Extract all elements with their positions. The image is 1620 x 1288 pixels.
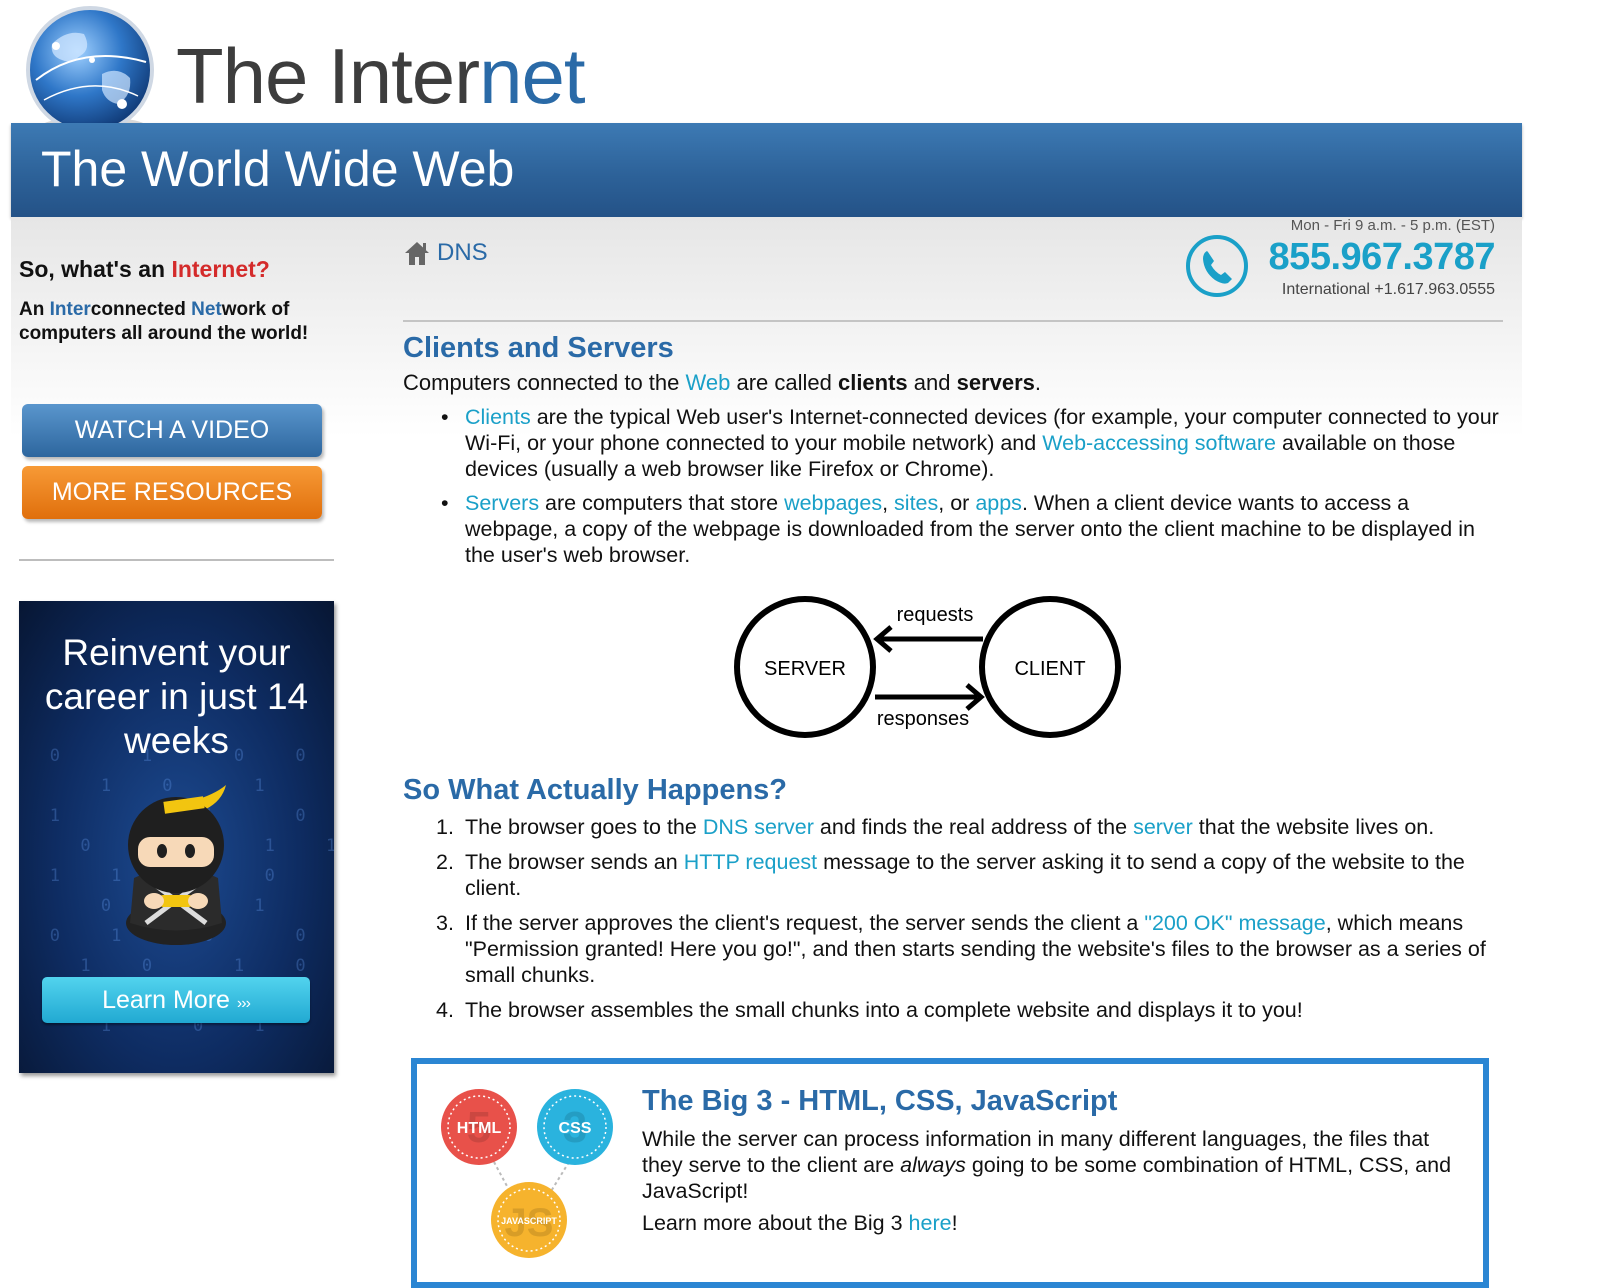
css-badge: 3 CSS bbox=[537, 1089, 613, 1165]
main-divider bbox=[403, 320, 1503, 322]
requests-label: requests bbox=[897, 604, 974, 626]
sidebar-description: An Interconnected Network of computers a… bbox=[19, 298, 319, 346]
clients-servers-heading: Clients and Servers bbox=[403, 332, 674, 364]
site-title: The Internet bbox=[176, 28, 586, 124]
sidebar-heading-highlight: Internet? bbox=[171, 256, 270, 282]
phone-hours: Mon - Fri 9 a.m. - 5 p.m. (EST) bbox=[1290, 217, 1495, 234]
page-banner: The World Wide Web bbox=[11, 123, 1522, 217]
servers-link[interactable]: Servers bbox=[465, 491, 539, 515]
intro-text: and bbox=[907, 370, 957, 395]
step-number: 2. bbox=[436, 850, 454, 874]
svg-text:CSS: CSS bbox=[559, 1120, 592, 1137]
intro-text: . bbox=[1034, 370, 1042, 395]
webpages-link[interactable]: webpages bbox=[784, 491, 882, 515]
phone-icon bbox=[1186, 235, 1248, 297]
step-text: that the website lives on. bbox=[1192, 815, 1435, 839]
apps-link[interactable]: apps bbox=[975, 491, 1022, 515]
ninja-mascot-icon bbox=[126, 785, 226, 945]
contact-block: Mon - Fri 9 a.m. - 5 p.m. (EST) 855.967.… bbox=[1185, 215, 1496, 305]
responses-label: responses bbox=[877, 708, 969, 730]
list-item-servers: • Servers are computers that store webpag… bbox=[441, 491, 1475, 567]
intro-text: are called bbox=[730, 370, 838, 395]
desc-net: Net bbox=[191, 299, 222, 320]
html-badge: 5 HTML bbox=[441, 1089, 517, 1165]
big3-text: ! bbox=[951, 1211, 958, 1235]
phone-number[interactable]: 855.967.3787 bbox=[1269, 235, 1496, 279]
sidebar-divider bbox=[19, 559, 334, 561]
200-ok-link[interactable]: "200 OK" message bbox=[1144, 911, 1325, 935]
server-label: SERVER bbox=[764, 658, 846, 680]
step-text: The browser goes to the bbox=[465, 815, 703, 839]
web-link[interactable]: Web bbox=[686, 370, 731, 395]
list-item-step4: 4. The browser assembles the small chunks… bbox=[403, 997, 1503, 1023]
ad-learn-more-button[interactable]: Learn More ››› bbox=[42, 977, 310, 1023]
banner-title: The World Wide Web bbox=[41, 141, 515, 197]
clients-servers-list: • Clients are the typical Web user's Inte… bbox=[403, 404, 1503, 576]
svg-text:JAVASCRIPT: JAVASCRIPT bbox=[501, 1216, 557, 1226]
phone-international: International +1.617.963.0555 bbox=[1281, 281, 1495, 298]
sidebar-heading-prefix: So, what's an bbox=[19, 256, 172, 282]
step-text: If the server approves the client's requ… bbox=[465, 911, 1145, 935]
intro-text: Computers connected to the bbox=[403, 370, 686, 395]
clients-link[interactable]: Clients bbox=[465, 405, 531, 429]
more-resources-button[interactable]: MORE RESOURCES bbox=[22, 466, 322, 519]
steps-list: 1. The browser goes to the DNS server and… bbox=[403, 814, 1503, 1032]
sites-link[interactable]: sites bbox=[894, 491, 938, 515]
bullet-text: , or bbox=[938, 491, 976, 515]
http-request-link[interactable]: HTTP request bbox=[684, 850, 817, 874]
client-server-diagram: SERVER CLIENT requests responses bbox=[734, 596, 1121, 738]
site-title-part2: net bbox=[479, 32, 585, 120]
javascript-badge: JS JAVASCRIPT bbox=[491, 1182, 567, 1258]
big3-title: The Big 3 - HTML, CSS, JavaScript bbox=[642, 1085, 1118, 1117]
big3-description: While the server can process information… bbox=[642, 1126, 1472, 1204]
ad-button-arrows: ››› bbox=[236, 995, 251, 1012]
big3-callout: 5 HTML 3 CSS JS JAVASCRIPT The Big 3 - H… bbox=[411, 1058, 1489, 1288]
desc-text: An bbox=[19, 299, 50, 320]
intro-clients-bold: clients bbox=[837, 370, 908, 395]
intro-servers-bold: servers bbox=[956, 370, 1035, 395]
step-number: 3. bbox=[436, 911, 454, 935]
bullet-text: , bbox=[882, 491, 895, 515]
breadcrumb: DNS bbox=[403, 236, 488, 270]
big3-badges-icon: 5 HTML 3 CSS JS JAVASCRIPT bbox=[441, 1089, 613, 1258]
list-item-step3: 3. If the server approves the client's re… bbox=[403, 910, 1503, 988]
ad-headline: Reinvent your career in just 14 weeks bbox=[44, 632, 309, 761]
watch-video-button[interactable]: WATCH A VIDEO bbox=[22, 404, 322, 457]
ad-banner[interactable]: 0 1 0 0 1 0 1 1 0 1 0 0 0 1 1 1 1 0 0 0 … bbox=[19, 601, 334, 1073]
big3-emphasis: always bbox=[900, 1153, 966, 1177]
dns-server-link[interactable]: DNS server bbox=[703, 815, 814, 839]
step-number: 4. bbox=[436, 998, 454, 1022]
client-label: CLIENT bbox=[1014, 658, 1085, 680]
list-item-step2: 2. The browser sends an HTTP request mess… bbox=[403, 849, 1503, 901]
server-link[interactable]: server bbox=[1133, 815, 1193, 839]
site-title-part1: The Inter bbox=[176, 32, 480, 120]
desc-text: connected bbox=[90, 299, 192, 320]
big3-text: Learn more about the Big 3 bbox=[642, 1211, 909, 1235]
home-icon[interactable] bbox=[403, 239, 431, 267]
svg-text:HTML: HTML bbox=[457, 1120, 502, 1137]
big3-here-link[interactable]: here bbox=[909, 1211, 952, 1235]
list-item-clients: • Clients are the typical Web user's Inte… bbox=[441, 405, 1499, 481]
bullet-text: are computers that store bbox=[539, 491, 785, 515]
step-text: The browser sends an bbox=[465, 850, 684, 874]
breadcrumb-dns-link[interactable]: DNS bbox=[437, 239, 488, 267]
ad-button-label: Learn More bbox=[102, 986, 230, 1014]
web-software-link[interactable]: Web-accessing software bbox=[1042, 431, 1276, 455]
step-text: and finds the real address of the bbox=[813, 815, 1134, 839]
what-happens-heading: So What Actually Happens? bbox=[403, 774, 788, 806]
step-text: The browser assembles the small chunks i… bbox=[465, 998, 1303, 1022]
desc-inter: Inter bbox=[49, 299, 91, 320]
big3-learn-more: Learn more about the Big 3 here! bbox=[642, 1210, 958, 1236]
sidebar-heading: So, what's an Internet? bbox=[19, 256, 270, 283]
intro-paragraph: Computers connected to the Web are calle… bbox=[403, 370, 1041, 396]
list-item-step1: 1. The browser goes to the DNS server and… bbox=[403, 814, 1503, 840]
step-number: 1. bbox=[436, 815, 454, 839]
